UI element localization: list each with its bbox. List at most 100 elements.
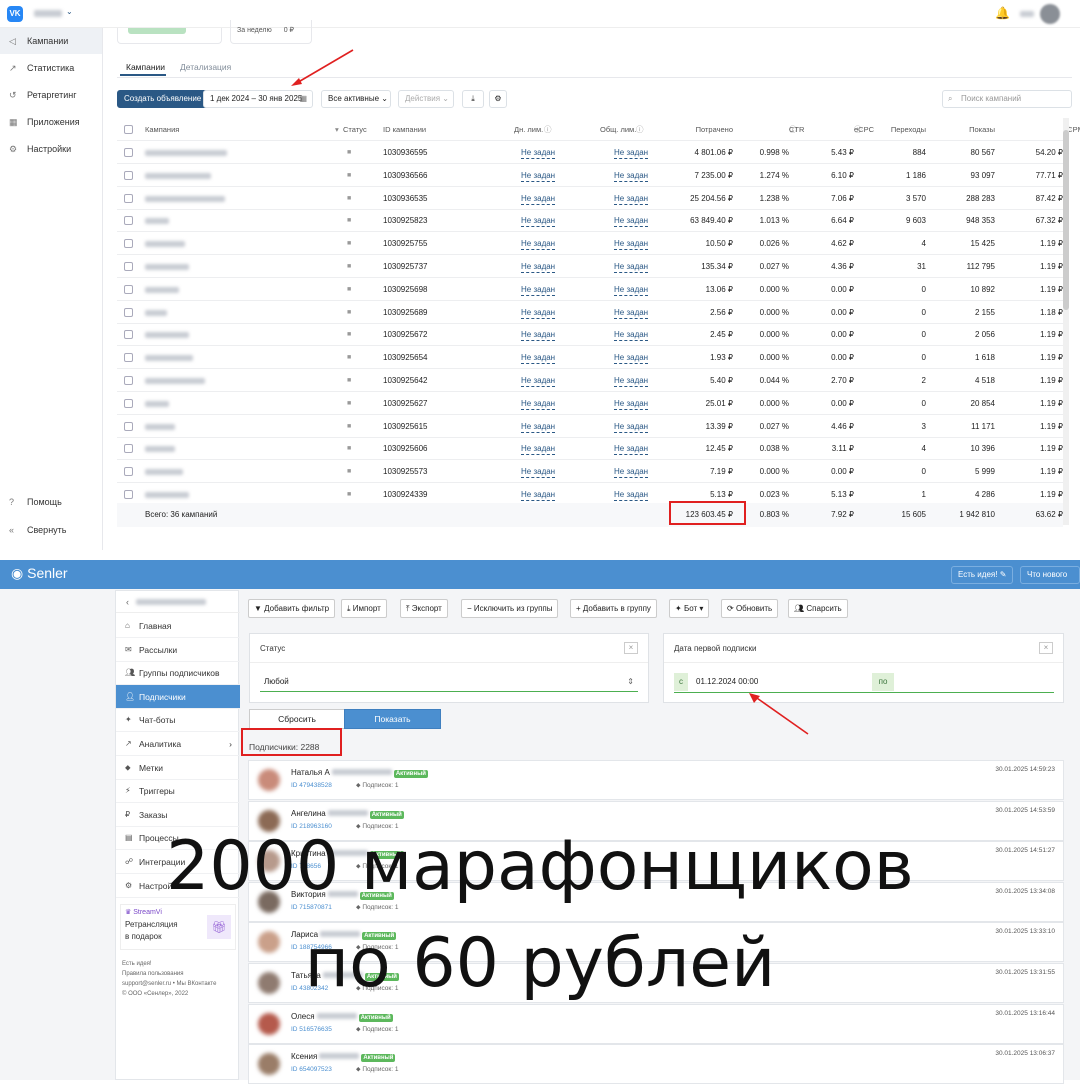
total-limit-link[interactable]: Не задан bbox=[614, 421, 649, 433]
search-input[interactable]: ⌕ Поиск кампаний bbox=[942, 90, 1072, 108]
status-paused-icon[interactable]: ■ bbox=[347, 369, 351, 392]
col-total-limit[interactable]: Общ. лим. bbox=[600, 118, 636, 141]
col-day-limit[interactable]: Дн. лим. bbox=[514, 118, 543, 141]
status-paused-icon[interactable]: ■ bbox=[347, 392, 351, 415]
status-paused-icon[interactable]: ■ bbox=[347, 437, 351, 460]
day-limit-link[interactable]: Не задан bbox=[521, 329, 556, 342]
total-limit-link[interactable]: Не задан bbox=[614, 443, 649, 456]
col-shows[interactable]: Показы bbox=[969, 118, 995, 141]
campaign-name[interactable] bbox=[145, 286, 179, 293]
sidebar-item-analytics[interactable]: ↗ Аналитика › bbox=[116, 732, 240, 756]
status-paused-icon[interactable]: ■ bbox=[347, 164, 351, 187]
row-checkbox[interactable] bbox=[124, 262, 133, 271]
total-limit-link[interactable]: Не задан bbox=[614, 489, 649, 501]
total-limit-link[interactable]: Не задан bbox=[614, 193, 649, 205]
sidebar-item-ruble[interactable]: ₽ Заказы bbox=[116, 803, 240, 827]
campaign-name[interactable] bbox=[145, 332, 189, 339]
account-name[interactable] bbox=[34, 10, 62, 17]
subscriber-id[interactable]: ID 654097523 bbox=[291, 1066, 332, 1073]
subscriber-row[interactable]: Ксения Активный ID 654097523 ⬥ Подписок: 1 3… bbox=[248, 1044, 1064, 1084]
row-checkbox[interactable] bbox=[124, 490, 133, 499]
sidebar-item-settings[interactable]: ⚙ Настройки bbox=[0, 136, 102, 162]
day-limit-link[interactable]: Не задан bbox=[521, 215, 556, 228]
table-row[interactable]: ■ 1030925654 Не задан Не задан 1.93 ₽ 0.000 %… bbox=[117, 346, 1063, 370]
sidebar-item-campaigns[interactable]: ◁ Кампании bbox=[0, 28, 102, 54]
subscriber-name[interactable]: Ксения bbox=[291, 1052, 317, 1061]
row-checkbox[interactable] bbox=[124, 330, 133, 340]
total-limit-link[interactable]: Не задан bbox=[614, 375, 649, 387]
table-row[interactable]: ■ 1030925672 Не задан Не задан 2.45 ₽ 0.000 %… bbox=[117, 323, 1063, 347]
sidebar-item-user[interactable]: 👤︎ Подписчики bbox=[116, 684, 240, 709]
table-row[interactable]: ■ 1030925737 Не задан Не задан 135.34 ₽ 0.027… bbox=[117, 255, 1063, 278]
exclude-from-group-button[interactable]: − Исключить из группы bbox=[461, 599, 559, 618]
col-id[interactable]: ID кампании bbox=[383, 118, 426, 141]
table-row[interactable]: ■ 1030925615 Не задан Не задан 13.39 ₽ 0.027 … bbox=[117, 415, 1063, 438]
total-limit-link[interactable]: Не задан bbox=[614, 215, 649, 228]
row-checkbox[interactable] bbox=[124, 216, 133, 226]
row-checkbox[interactable] bbox=[124, 444, 133, 454]
day-limit-link[interactable]: Не задан bbox=[521, 238, 556, 251]
sort-icon[interactable]: ▾ bbox=[335, 118, 339, 141]
sidebar-item-home[interactable]: ⌂ Главная bbox=[116, 614, 240, 638]
day-limit-link[interactable]: Не задан bbox=[521, 352, 556, 365]
scrollbar[interactable] bbox=[1063, 118, 1069, 525]
table-row[interactable]: ■ 1030936595 Не задан Не задан 4 801.06 ₽ 0.9… bbox=[117, 141, 1063, 164]
avatar[interactable] bbox=[258, 769, 280, 791]
total-limit-link[interactable]: Не задан bbox=[614, 307, 649, 319]
day-limit-link[interactable]: Не задан bbox=[521, 307, 556, 319]
table-row[interactable]: ■ 1030925642 Не задан Не задан 5.40 ₽ 0.044 %… bbox=[117, 369, 1063, 392]
date-from-input[interactable]: 01.12.2024 00:00 bbox=[696, 673, 758, 691]
campaign-name[interactable] bbox=[145, 446, 175, 453]
total-limit-link[interactable]: Не задан bbox=[614, 398, 649, 410]
subscriber-id[interactable]: ID 516576635 bbox=[291, 1026, 332, 1033]
row-checkbox[interactable] bbox=[124, 376, 133, 385]
day-limit-link[interactable]: Не задан bbox=[521, 443, 556, 456]
campaign-name[interactable] bbox=[145, 469, 183, 476]
filter-dropdown[interactable]: Все активные ⌄ bbox=[321, 90, 391, 108]
status-paused-icon[interactable]: ■ bbox=[347, 255, 351, 278]
campaign-name[interactable] bbox=[145, 400, 169, 407]
sidebar-item-help[interactable]: ? Помощь bbox=[0, 489, 102, 515]
table-row[interactable]: ■ 1030936535 Не задан Не задан 25 204.56 ₽ 1.… bbox=[117, 187, 1063, 210]
row-checkbox[interactable] bbox=[124, 467, 133, 477]
campaign-name[interactable] bbox=[145, 423, 175, 430]
col-spent[interactable]: Потрачено bbox=[696, 118, 733, 141]
subscriber-row[interactable]: Наталья А Активный ID 479438528 ⬥ Подписок:… bbox=[248, 760, 1064, 800]
download-button[interactable]: ⤓ bbox=[462, 90, 484, 108]
actions-dropdown[interactable]: Действия ⌄ bbox=[398, 90, 454, 108]
sidebar-item-tag[interactable]: ⬥ Метки bbox=[116, 756, 240, 780]
sidebar-item-collapse[interactable]: «Свернуть bbox=[0, 517, 102, 543]
day-limit-link[interactable]: Не задан bbox=[521, 147, 556, 159]
table-row[interactable]: ■ 1030925698 Не задан Не задан 13.06 ₽ 0.000 … bbox=[117, 278, 1063, 301]
campaign-name[interactable] bbox=[145, 241, 185, 248]
add-to-group-button[interactable]: + Добавить в группу bbox=[570, 599, 657, 618]
scrollbar-thumb[interactable] bbox=[1063, 130, 1069, 310]
subscriber-row[interactable]: Олеся Активный ID 516576635 ⬥ Подписок: 1 30… bbox=[248, 1003, 1064, 1044]
campaign-name[interactable] bbox=[145, 355, 193, 362]
show-button[interactable]: Показать bbox=[344, 709, 441, 729]
table-row[interactable]: ■ 1030925573 Не задан Не задан 7.19 ₽ 0.000 %… bbox=[117, 460, 1063, 484]
status-select[interactable]: Любой ⇕ bbox=[260, 672, 638, 692]
idea-button[interactable]: Есть идея! ✎ bbox=[951, 566, 1014, 584]
bell-icon[interactable]: 🔔 bbox=[995, 6, 1010, 20]
senler-logo[interactable]: ◉ Senler bbox=[11, 565, 68, 582]
create-ad-button[interactable]: Создать объявление bbox=[117, 90, 209, 108]
day-limit-link[interactable]: Не задан bbox=[521, 170, 556, 182]
vk-logo-icon[interactable]: VK bbox=[7, 6, 23, 22]
sidebar-item-retargeting[interactable]: ↺ Ретаргетинг bbox=[0, 82, 102, 108]
campaign-name[interactable] bbox=[145, 218, 169, 225]
day-limit-link[interactable]: Не задан bbox=[521, 261, 556, 273]
export-button[interactable]: ⤒ Экспорт bbox=[400, 599, 448, 618]
sidebar-item-trigger[interactable]: ⚡︎ Триггеры bbox=[116, 779, 240, 804]
status-paused-icon[interactable]: ■ bbox=[347, 460, 351, 483]
row-checkbox[interactable] bbox=[124, 353, 133, 363]
day-limit-link[interactable]: Не задан bbox=[521, 489, 556, 501]
campaign-name[interactable] bbox=[145, 150, 227, 156]
parse-button[interactable]: 👥︎ Спарсить bbox=[788, 599, 848, 618]
col-clicks[interactable]: Переходы bbox=[891, 118, 926, 141]
campaign-name[interactable] bbox=[145, 195, 225, 202]
table-row[interactable]: ■ 1030925627 Не задан Не задан 25.01 ₽ 0.000 … bbox=[117, 392, 1063, 415]
status-paused-icon[interactable]: ■ bbox=[347, 141, 351, 164]
total-limit-link[interactable]: Не задан bbox=[614, 170, 649, 182]
sidebar-item-groups[interactable]: 👥︎ Группы подписчиков bbox=[116, 661, 240, 686]
